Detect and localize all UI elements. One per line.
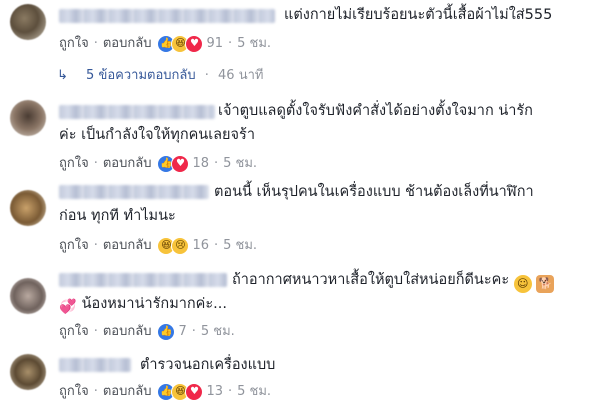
view-replies-link[interactable]: ↳ 5 ข้อความตอบกลับ · 46 นาที [57,66,263,86]
comment-text-line-2: ก่อน ทุกที ทำไมนะ [59,208,176,224]
reactions[interactable]: 👍 😆 ♥ [157,383,204,401]
comment-actions: ถูกใจ · ตอบกลับ 😆 😢 16 · 5 ชม. [59,236,257,256]
reaction-count[interactable]: 13 [206,382,223,402]
comment-text-part: น้องหมาน่ารักมากค่ะ... [81,296,227,312]
comment-text-part: ถ้าอากาศหนาวหาเสื้อให้ตูบใส่หน่อยก็ดีนะค… [232,272,510,288]
reactions[interactable]: 👍 😆 ♥ [157,35,204,53]
avatar[interactable] [10,100,46,136]
reactions[interactable]: 😆 😢 [157,237,190,255]
love-icon: ♥ [171,155,190,173]
avatar[interactable] [10,4,46,40]
separator-dot: · [204,68,209,83]
reactions[interactable]: 👍 ♥ [157,155,190,173]
comment-text: ตอนนี้ เห็นรุปคนในเครื่องแบบ ช้านต้องเล็… [214,184,534,200]
smile-emoji-icon: ☺ [513,275,532,293]
separator-dot: · [214,238,219,253]
separator-dot: · [93,324,98,339]
author-name-blurred[interactable] [59,9,275,23]
separator-dot: · [93,36,98,51]
reaction-count[interactable]: 16 [192,236,209,256]
reactions[interactable]: 👍 [157,323,176,341]
like-button[interactable]: ถูกใจ [59,236,89,256]
author-name-blurred[interactable] [59,185,209,199]
author-name-blurred[interactable] [59,273,227,287]
reaction-count[interactable]: 91 [206,34,223,54]
replies-time: 46 นาที [218,68,264,83]
comment-text-line-2: ค่ะ เป็นกำลังใจให้ทุกคนเลยจร้า [59,127,255,143]
avatar[interactable] [10,190,46,226]
timestamp[interactable]: 5 ชม. [237,382,271,402]
comment-actions: ถูกใจ · ตอบกลับ 👍 😆 ♥ 13 · 5 ชม. [59,382,271,402]
separator-dot: · [228,384,233,399]
like-button[interactable]: ถูกใจ [59,154,89,174]
separator-dot: · [191,324,196,339]
dog-emoji-icon: 🐕 [536,275,555,293]
love-icon: ♥ [185,35,204,53]
comment-actions: ถูกใจ · ตอบกลับ 👍 7 · 5 ชม. [59,322,235,342]
separator-dot: · [93,384,98,399]
reply-button[interactable]: ตอบกลับ [103,34,152,54]
comment-text: เจ้าตูบแลดูตั้งใจรับฟังคำสั่งได้อย่างตั้… [218,103,533,119]
reply-button[interactable]: ตอบกลับ [103,236,152,256]
comment-actions: ถูกใจ · ตอบกลับ 👍 😆 ♥ 91 · 5 ชม. [59,34,271,54]
hearts-emoji-icon: 💞 [59,299,77,315]
comment-text: แต่งกายไม่เรียบร้อยนะตัวนี้เสื้อผ้าไม่ใส… [284,7,553,23]
comment-text-line-2: 💞 น้องหมาน่ารักมากค่ะ... [59,292,227,316]
love-icon: ♥ [185,383,204,401]
timestamp[interactable]: 5 ชม. [223,154,257,174]
reply-button[interactable]: ตอบกลับ [103,322,152,342]
comment-actions: ถูกใจ · ตอบกลับ 👍 ♥ 18 · 5 ชม. [59,154,257,174]
reaction-count[interactable]: 7 [178,322,186,342]
separator-dot: · [93,238,98,253]
comment-text: ตำรวจนอกเครื่องแบบ [140,357,276,373]
separator-dot: · [214,156,219,171]
like-button[interactable]: ถูกใจ [59,322,89,342]
reaction-count[interactable]: 18 [192,154,209,174]
comment-text: ถ้าอากาศหนาวหาเสื้อให้ตูบใส่หน่อยก็ดีนะค… [232,268,555,293]
author-name-blurred[interactable] [59,358,131,372]
reply-button[interactable]: ตอบกลับ [103,382,152,402]
like-button[interactable]: ถูกใจ [59,382,89,402]
reply-arrow-icon: ↳ [57,68,68,83]
like-button[interactable]: ถูกใจ [59,34,89,54]
sad-icon: 😢 [171,237,190,255]
avatar[interactable] [10,278,46,314]
separator-dot: · [93,156,98,171]
timestamp[interactable]: 5 ชม. [223,236,257,256]
timestamp[interactable]: 5 ชม. [237,34,271,54]
like-icon: 👍 [157,323,176,341]
avatar[interactable] [10,354,46,390]
author-name-blurred[interactable] [59,105,215,119]
replies-count-label[interactable]: 5 ข้อความตอบกลับ [86,68,196,83]
reply-button[interactable]: ตอบกลับ [103,154,152,174]
separator-dot: · [228,36,233,51]
timestamp[interactable]: 5 ชม. [201,322,235,342]
